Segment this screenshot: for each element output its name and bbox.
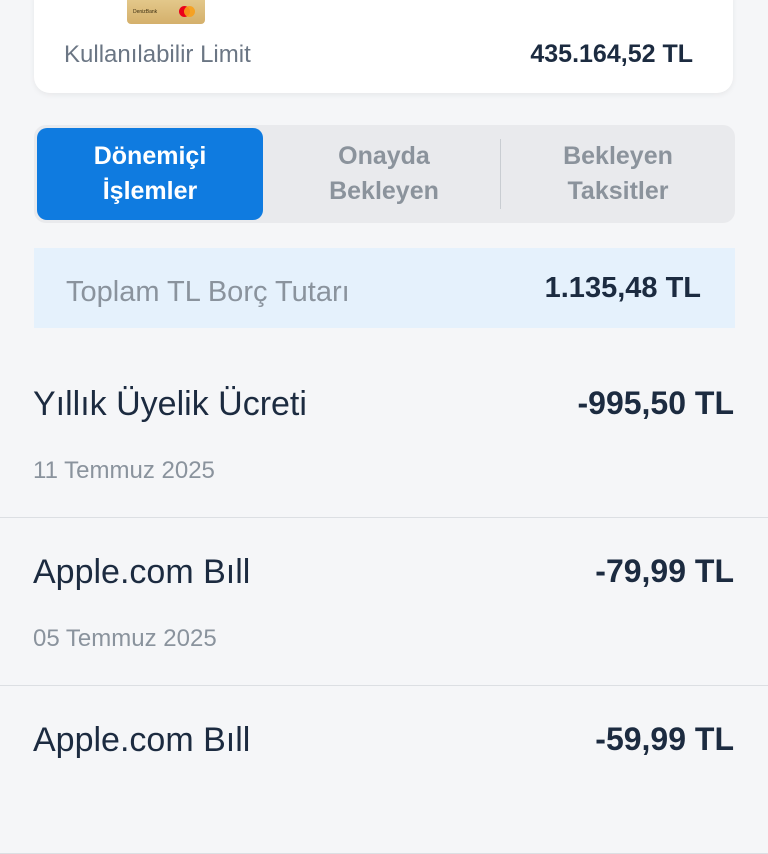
- mastercard-logo-icon: [179, 6, 195, 17]
- available-limit-value: 435.164,52 TL: [530, 40, 693, 68]
- transaction-title: Yıllık Üyelik Ücreti: [33, 385, 307, 423]
- transaction-tabs: Dönemiçi İşlemler Onayda Bekleyen Bekley…: [34, 125, 735, 223]
- tab-period-transactions[interactable]: Dönemiçi İşlemler: [37, 128, 263, 220]
- transaction-row[interactable]: Apple.com Bıll -59,99 TL: [0, 686, 768, 854]
- tab-pending-installments[interactable]: Bekleyen Taksitler: [504, 128, 732, 220]
- tab-divider: [500, 139, 501, 209]
- total-debt-value: 1.135,48 TL: [544, 272, 701, 304]
- transaction-amount: -995,50 TL: [577, 385, 734, 421]
- total-debt-summary: Toplam TL Borç Tutarı 1.135,48 TL: [34, 248, 735, 328]
- card-bank-text: DenizBank: [133, 9, 158, 15]
- credit-card-thumbnail[interactable]: DenizBank: [127, 0, 205, 24]
- transaction-amount: -79,99 TL: [595, 553, 734, 589]
- tab-pending-approval[interactable]: Onayda Bekleyen: [270, 128, 498, 220]
- limit-card: DenizBank Kullanılabilir Limit 435.164,5…: [34, 0, 733, 93]
- transaction-row[interactable]: Apple.com Bıll -79,99 TL 05 Temmuz 2025: [0, 518, 768, 686]
- transaction-row[interactable]: Yıllık Üyelik Ücreti -995,50 TL 11 Temmu…: [0, 350, 768, 518]
- available-limit-label: Kullanılabilir Limit: [64, 41, 251, 68]
- transaction-title: Apple.com Bıll: [33, 721, 251, 759]
- transaction-title: Apple.com Bıll: [33, 553, 251, 591]
- total-debt-label: Toplam TL Borç Tutarı: [66, 276, 350, 308]
- transaction-date: 05 Temmuz 2025: [33, 625, 217, 652]
- transaction-list: Yıllık Üyelik Ücreti -995,50 TL 11 Temmu…: [0, 350, 768, 854]
- transaction-date: 11 Temmuz 2025: [33, 457, 215, 484]
- transaction-amount: -59,99 TL: [595, 721, 734, 757]
